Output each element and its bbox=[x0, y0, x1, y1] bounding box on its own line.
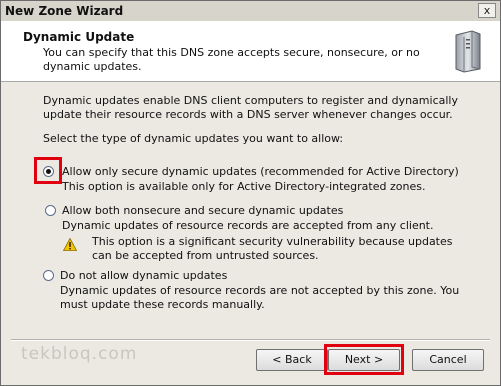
radio-selected-dot bbox=[46, 169, 51, 174]
warning-icon bbox=[63, 238, 77, 251]
page-title: Dynamic Update bbox=[23, 30, 135, 44]
option-nonsecure-and-secure-label[interactable]: Allow both nonsecure and secure dynamic … bbox=[62, 204, 343, 217]
radio-nonsecure-and-secure[interactable] bbox=[45, 205, 56, 216]
title-bar: New Zone Wizard x bbox=[1, 1, 500, 22]
option-no-updates-label[interactable]: Do not allow dynamic updates bbox=[60, 269, 227, 282]
back-button[interactable]: < Back bbox=[256, 349, 328, 371]
cancel-button[interactable]: Cancel bbox=[412, 349, 484, 371]
window-title: New Zone Wizard bbox=[5, 4, 124, 18]
wizard-window: New Zone Wizard x Dynamic Update You can… bbox=[0, 0, 501, 386]
intro-text: Dynamic updates enable DNS client comput… bbox=[43, 94, 458, 121]
footer-divider bbox=[11, 339, 490, 341]
option-no-updates-desc: Dynamic updates of resource records are … bbox=[60, 284, 460, 311]
watermark: tekbloq.com bbox=[21, 344, 138, 364]
wizard-header: Dynamic Update You can specify that this… bbox=[1, 21, 500, 82]
page-subtitle: You can specify that this DNS zone accep… bbox=[43, 46, 420, 73]
next-button[interactable]: Next > bbox=[328, 349, 400, 371]
close-button[interactable]: x bbox=[478, 3, 496, 18]
server-icon bbox=[455, 30, 481, 73]
option-secure-only-label[interactable]: Allow only secure dynamic updates (recom… bbox=[62, 165, 459, 178]
select-prompt: Select the type of dynamic updates you w… bbox=[43, 132, 344, 145]
option-nonsecure-and-secure-desc: Dynamic updates of resource records are … bbox=[62, 219, 434, 232]
radio-no-updates[interactable] bbox=[43, 270, 54, 281]
warning-text: This option is a significant security vu… bbox=[92, 235, 453, 262]
radio-secure-only[interactable] bbox=[43, 166, 54, 177]
option-secure-only-desc: This option is available only for Active… bbox=[62, 180, 426, 193]
